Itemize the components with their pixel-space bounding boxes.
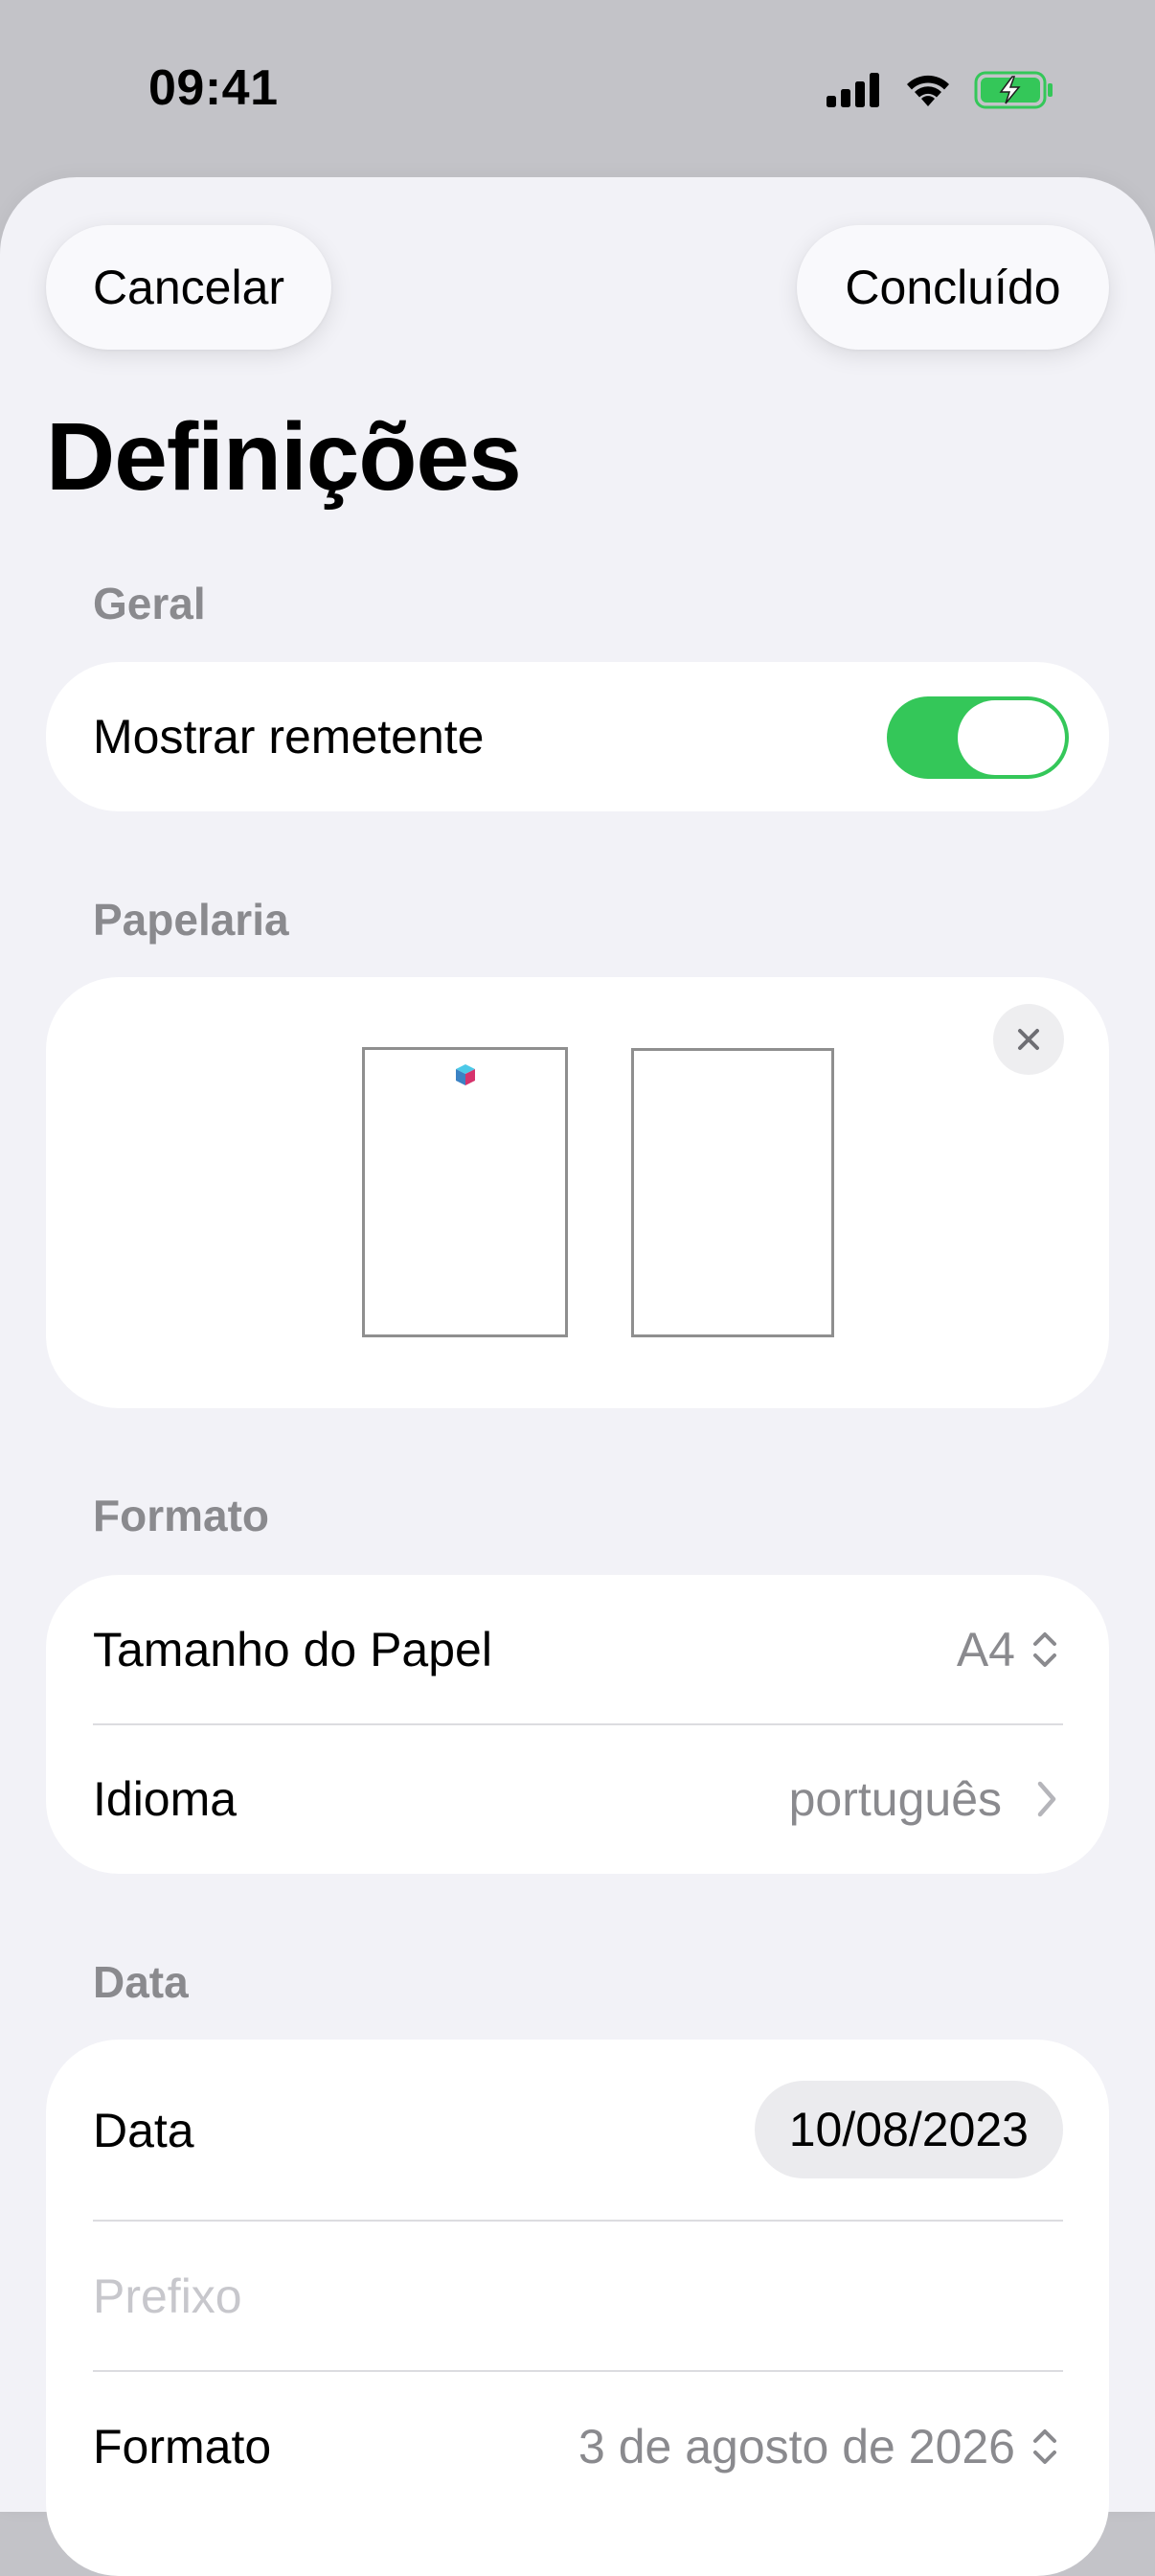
chevron-up-down-icon (1033, 1632, 1056, 1667)
stationery-logo-icon (456, 1064, 475, 1085)
format-card: Tamanho do Papel A4 Idioma português (46, 1575, 1109, 1874)
wifi-icon (903, 72, 953, 113)
date-label: Data (93, 2103, 194, 2157)
settings-sheet: Cancelar Concluído Definições Geral Most… (0, 177, 1155, 2576)
close-icon (1018, 1029, 1039, 1050)
stationery-first-page[interactable] (362, 1047, 568, 1337)
chevron-right-icon (1037, 1781, 1056, 1817)
show-sender-toggle[interactable] (887, 696, 1069, 779)
status-bar: 09:41 (0, 0, 1155, 182)
show-sender-row[interactable]: Mostrar remetente (46, 662, 1109, 811)
done-button[interactable]: Concluído (797, 225, 1109, 350)
paper-size-value: A4 (956, 1623, 1015, 1676)
remove-stationery-button[interactable] (993, 1004, 1064, 1075)
section-header-stationery: Papelaria (93, 895, 289, 945)
stationery-card (46, 977, 1109, 1408)
date-picker-button[interactable]: 10/08/2023 (754, 2081, 1063, 2178)
date-format-value: 3 de agosto de 2026 (578, 2420, 1015, 2473)
status-icons (827, 71, 1054, 114)
section-header-format: Formato (93, 1491, 269, 1540)
prefix-row[interactable]: Prefixo (46, 2222, 1109, 2371)
paper-size-label: Tamanho do Papel (93, 1623, 492, 1676)
cellular-signal-icon (827, 73, 882, 112)
date-format-label: Formato (93, 2420, 272, 2473)
prefix-input[interactable]: Prefixo (93, 2268, 242, 2324)
date-row: Data 10/08/2023 (46, 2040, 1109, 2221)
chevron-up-down-icon (1033, 2429, 1056, 2464)
date-card: Data 10/08/2023 Prefixo Formato 3 de ago… (46, 2040, 1109, 2576)
battery-charging-icon (974, 71, 1054, 114)
show-sender-label: Mostrar remetente (93, 710, 485, 764)
page-title: Definições (46, 403, 522, 511)
language-value: português (788, 1772, 1002, 1826)
language-label: Idioma (93, 1772, 238, 1826)
section-header-general: Geral (93, 579, 206, 628)
cancel-button[interactable]: Cancelar (46, 225, 331, 350)
language-row[interactable]: Idioma português (46, 1724, 1109, 1874)
section-header-date: Data (93, 1957, 189, 2007)
stationery-second-page[interactable] (631, 1048, 834, 1337)
date-format-row[interactable]: Formato 3 de agosto de 2026 (46, 2372, 1109, 2521)
general-card: Mostrar remetente (46, 662, 1109, 811)
status-time: 09:41 (148, 60, 279, 116)
paper-size-row[interactable]: Tamanho do Papel A4 (46, 1575, 1109, 1724)
toggle-knob (958, 700, 1065, 775)
